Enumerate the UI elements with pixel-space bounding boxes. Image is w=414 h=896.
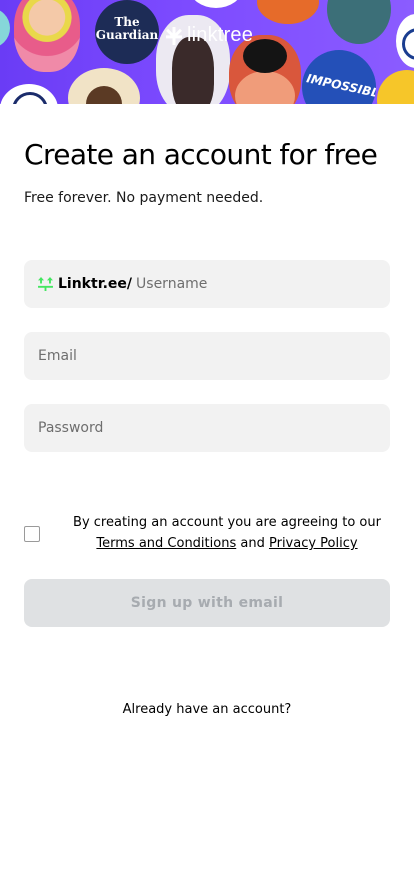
username-prefix: Linktr.ee/ — [58, 276, 133, 292]
password-field[interactable] — [24, 404, 390, 452]
linktree-logo: linktree — [166, 24, 253, 47]
page-subtitle: Free forever. No payment needed. — [24, 190, 264, 206]
privacy-link[interactable]: Privacy Policy — [269, 536, 358, 551]
username-input[interactable] — [136, 260, 337, 308]
creator-bubble — [0, 8, 10, 48]
terms-link[interactable]: Terms and Conditions — [96, 536, 236, 551]
creator-bubble — [327, 0, 391, 44]
linktree-icon — [38, 277, 53, 291]
terms-agreement: By creating an account you are agreeing … — [24, 512, 390, 556]
linktree-wordmark: linktree — [187, 24, 254, 46]
brand-bubble — [0, 84, 58, 104]
email-input[interactable] — [38, 332, 390, 380]
creator-bubble — [257, 0, 319, 24]
creator-bubble — [68, 68, 140, 104]
terms-and-text: and — [240, 536, 265, 551]
guardian-logo-text: The Guardian — [95, 15, 159, 42]
guardian-bubble: The Guardian — [95, 0, 159, 64]
login-link[interactable]: Already have an account? — [0, 702, 414, 717]
email-field[interactable] — [24, 332, 390, 380]
terms-lead-text: By creating an account you are agreeing … — [73, 515, 381, 530]
creator-bubble — [190, 0, 242, 8]
terms-checkbox[interactable] — [24, 526, 40, 542]
signup-button[interactable]: Sign up with email — [24, 579, 390, 627]
page-title: Create an account for free — [24, 138, 378, 171]
brand-bubble — [396, 14, 414, 68]
linktree-asterisk-icon — [166, 26, 182, 45]
password-input[interactable] — [38, 404, 390, 452]
hero-banner: The Guardian IMPOSSIBLE linktree — [0, 0, 414, 104]
impossible-logo-text: IMPOSSIBLE — [305, 71, 376, 102]
username-field[interactable]: Linktr.ee/ — [24, 260, 390, 308]
creator-bubble — [14, 0, 80, 72]
terms-agreement-text: By creating an account you are agreeing … — [64, 512, 390, 554]
creator-bubble — [377, 70, 414, 104]
impossible-bubble: IMPOSSIBLE — [302, 50, 376, 104]
